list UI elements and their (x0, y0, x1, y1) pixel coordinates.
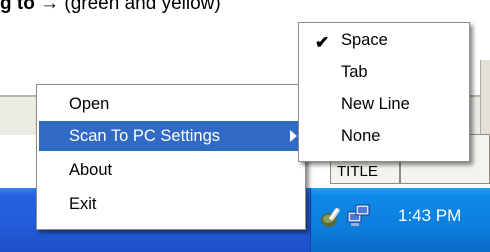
instruction-note: (green and yellow) (64, 0, 221, 14)
submenu-arrow-icon (290, 130, 297, 142)
background-scroll-edge (480, 60, 490, 140)
submenu-item-label: New Line (341, 95, 410, 113)
submenu-item-space[interactable]: ✔ Space (301, 25, 467, 55)
instruction-bold-text: g to (0, 0, 35, 14)
tray-context-menu: Open Scan To PC Settings About Exit (36, 84, 306, 230)
submenu-item-new-line[interactable]: New Line (301, 89, 467, 119)
menu-item-label: Scan To PC Settings (69, 127, 221, 145)
menu-item-scan-to-pc-settings[interactable]: Scan To PC Settings (39, 121, 303, 151)
submenu-item-tab[interactable]: Tab (301, 57, 467, 87)
menu-item-about[interactable]: About (39, 155, 303, 185)
scan-settings-submenu: ✔ Space Tab New Line None (298, 22, 470, 162)
arrow-icon: → (40, 0, 60, 14)
instruction-text: g to → (green and yellow) (0, 0, 221, 15)
submenu-item-none[interactable]: None (301, 121, 467, 151)
submenu-item-label: Space (341, 31, 388, 49)
menu-item-open[interactable]: Open (39, 89, 303, 119)
submenu-item-label: Tab (341, 63, 368, 81)
menu-item-label: Open (69, 95, 110, 113)
check-icon: ✔ (315, 33, 330, 52)
table-cell-title: TITLE (330, 160, 400, 184)
menu-item-label: Exit (69, 195, 97, 213)
menu-item-label: About (69, 161, 113, 179)
taskbar-clock[interactable]: 1:43 PM (398, 206, 461, 226)
submenu-item-label: None (341, 127, 381, 145)
network-icon[interactable] (346, 202, 372, 230)
tool-icon[interactable] (318, 204, 344, 230)
menu-item-exit[interactable]: Exit (39, 189, 303, 219)
